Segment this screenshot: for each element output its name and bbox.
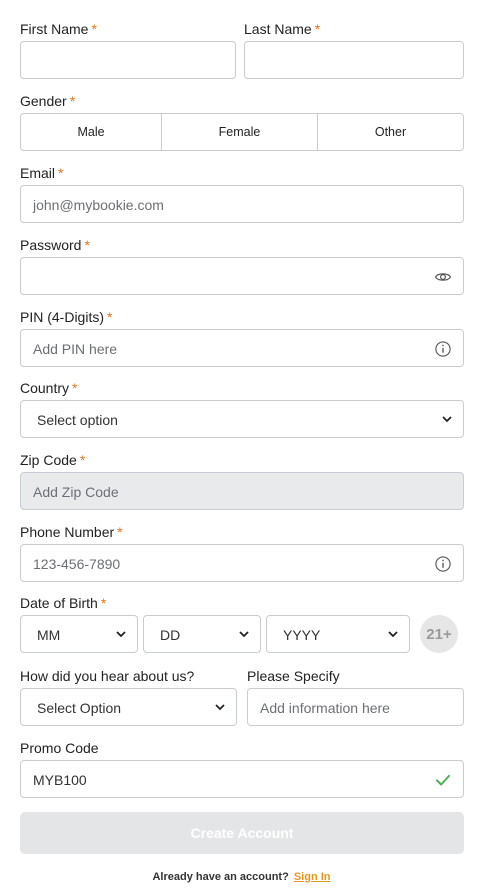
email-label: Email * — [20, 165, 64, 181]
chevron-down-icon — [116, 631, 126, 638]
phone-input[interactable]: 123-456-7890 — [20, 544, 464, 582]
last-name-input[interactable] — [244, 41, 464, 79]
sign-in-prompt: Already have an account? Sign In — [0, 871, 483, 883]
required-mark: * — [100, 595, 107, 611]
pin-placeholder: Add PIN here — [33, 341, 118, 357]
dob-year-select[interactable]: YYYY — [266, 615, 410, 653]
chevron-down-icon — [388, 631, 398, 638]
dob-day-select[interactable]: DD — [143, 615, 261, 653]
dob-day-value: DD — [160, 627, 181, 643]
password-input[interactable] — [20, 257, 464, 295]
zip-placeholder: Add Zip Code — [33, 484, 119, 500]
gender-option-male[interactable]: Male — [20, 113, 162, 151]
dob-year-value: YYYY — [283, 627, 321, 643]
promo-input[interactable]: MYB100 — [20, 760, 464, 798]
country-label: Country * — [20, 380, 78, 396]
gender-option-other[interactable]: Other — [317, 113, 464, 151]
required-mark: * — [117, 524, 123, 540]
sign-in-link[interactable]: Sign In — [294, 871, 331, 883]
hear-select[interactable]: Select Option — [20, 688, 237, 726]
promo-value: MYB100 — [33, 772, 87, 788]
sign-in-prompt-text: Already have an account? — [152, 871, 289, 883]
chevron-down-icon — [239, 631, 249, 638]
dob-month-select[interactable]: MM — [20, 615, 138, 653]
zip-input[interactable]: Add Zip Code — [20, 472, 464, 510]
email-placeholder: john@mybookie.com — [33, 197, 164, 213]
email-input[interactable]: john@mybookie.com — [20, 185, 464, 223]
required-mark: * — [91, 21, 97, 37]
create-account-button[interactable]: Create Account — [20, 812, 464, 854]
zip-label: Zip Code * — [20, 452, 86, 468]
specify-label: Please Specify — [247, 668, 340, 684]
chevron-down-icon — [215, 704, 225, 711]
dob-month-value: MM — [37, 627, 61, 643]
check-icon — [436, 774, 450, 786]
age-21-badge: 21+ — [420, 615, 458, 653]
required-mark: * — [107, 309, 113, 325]
info-icon[interactable] — [434, 340, 452, 358]
pin-label: PIN (4-Digits) * — [20, 309, 113, 325]
required-mark: * — [79, 452, 86, 468]
phone-placeholder: 123-456-7890 — [33, 556, 121, 572]
required-mark: * — [69, 93, 76, 109]
gender-label: Gender * — [20, 93, 76, 109]
first-name-label: First Name * — [20, 21, 97, 37]
hear-label: How did you hear about us? — [20, 668, 195, 684]
pin-input[interactable]: Add PIN here — [20, 329, 464, 367]
specify-input[interactable]: Add information here — [247, 688, 464, 726]
promo-label: Promo Code — [20, 740, 99, 756]
gender-option-female[interactable]: Female — [161, 113, 318, 151]
phone-label: Phone Number * — [20, 524, 123, 540]
eye-icon[interactable] — [434, 268, 452, 286]
required-mark: * — [84, 237, 90, 253]
required-mark: * — [58, 165, 64, 181]
first-name-input[interactable] — [20, 41, 236, 79]
required-mark: * — [314, 21, 321, 37]
hear-selected: Select Option — [37, 700, 122, 716]
country-select[interactable]: Select option — [20, 400, 464, 438]
chevron-down-icon — [442, 416, 452, 423]
last-name-label: Last Name * — [244, 21, 321, 37]
info-icon[interactable] — [434, 555, 452, 573]
password-label: Password * — [20, 237, 90, 253]
country-selected: Select option — [37, 412, 118, 428]
dob-label: Date of Birth * — [20, 595, 107, 611]
required-mark: * — [72, 380, 78, 396]
specify-placeholder: Add information here — [260, 700, 390, 716]
